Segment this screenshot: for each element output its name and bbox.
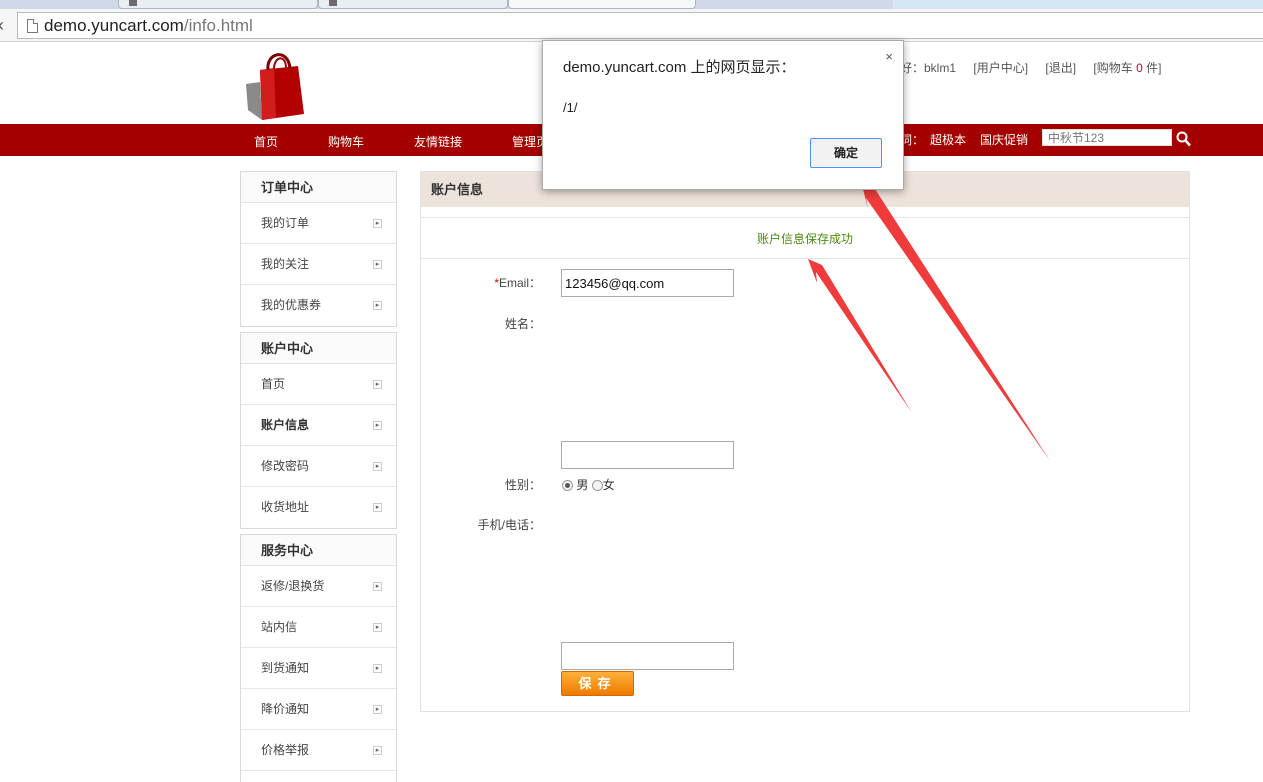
- sidebar-item-my-follows[interactable]: 我的关注 ▸: [241, 244, 396, 285]
- browser-tab-strip: [0, 0, 1263, 9]
- sidebar-item-price-drop[interactable]: 降价通知 ▸: [241, 689, 396, 730]
- sidebar-item-price-report[interactable]: 价格举报 ▸: [241, 730, 396, 771]
- sidebar-item-messages[interactable]: 站内信 ▸: [241, 607, 396, 648]
- gender-options: 男 女: [562, 476, 615, 493]
- sidebar-item-label: 我的订单: [261, 216, 310, 230]
- address-bar[interactable]: demo.yuncart.com/info.html: [17, 12, 1263, 39]
- sidebar-item-label: 价格举报: [261, 743, 310, 757]
- browser-tab[interactable]: [318, 0, 508, 9]
- name-field[interactable]: [561, 441, 734, 469]
- gender-male-label: 男: [576, 478, 589, 492]
- chevron-right-icon: ▸: [373, 219, 382, 228]
- dialog-title: demo.yuncart.com 上的网页显示：: [563, 59, 796, 76]
- sidebar-group-title: 服务中心: [241, 535, 396, 566]
- chevron-right-icon: ▸: [373, 623, 382, 632]
- email-field[interactable]: [561, 269, 734, 297]
- sidebar-group-title: 账户中心: [241, 333, 396, 364]
- chevron-right-icon: ▸: [373, 380, 382, 389]
- name-label: 姓名：: [504, 317, 541, 331]
- phone-field[interactable]: [561, 642, 734, 670]
- chevron-right-icon: ▸: [373, 301, 382, 310]
- logout-link[interactable]: [退出]: [1045, 61, 1076, 75]
- greeting-text: 好：bklm1: [900, 61, 957, 75]
- page-icon: [27, 19, 38, 33]
- sidebar-item-label: 首页: [261, 377, 286, 391]
- new-tab-button[interactable]: [893, 0, 1263, 9]
- email-label-text: Email：: [498, 276, 541, 290]
- search-icon[interactable]: [1176, 131, 1191, 147]
- user-links: 好：bklm1 [用户中心] [退出] [购物车 0 件]: [900, 59, 1175, 76]
- chevron-right-icon: ▸: [373, 260, 382, 269]
- sidebar-item-more[interactable]: [241, 771, 396, 782]
- sidebar-item-addresses[interactable]: 收货地址 ▸: [241, 487, 396, 528]
- sidebar-item-label: 我的优惠券: [261, 298, 322, 312]
- browser-tab[interactable]: [508, 0, 696, 9]
- sidebar-item-label: 返修/退换货: [261, 579, 325, 593]
- sidebar-group-orders: 订单中心 我的订单 ▸ 我的关注 ▸ 我的优惠券 ▸: [240, 171, 397, 327]
- sidebar-item-my-orders[interactable]: 我的订单 ▸: [241, 203, 396, 244]
- sidebar-item-change-password[interactable]: 修改密码 ▸: [241, 446, 396, 487]
- sidebar-item-label: 到货通知: [261, 661, 310, 675]
- cart-link[interactable]: [购物车 0 件]: [1093, 61, 1161, 75]
- sidebar-item-label: 收货地址: [261, 500, 310, 514]
- gender-female-radio[interactable]: [591, 480, 603, 491]
- email-label: *Email：: [421, 274, 541, 291]
- ok-button[interactable]: 确定: [810, 138, 882, 168]
- nav-item-home[interactable]: 首页: [254, 133, 278, 150]
- sidebar-item-returns[interactable]: 返修/退换货 ▸: [241, 566, 396, 607]
- url-host: demo.yuncart.com: [44, 16, 184, 35]
- sidebar-group-title: 订单中心: [241, 172, 396, 203]
- sidebar-group-service: 服务中心 返修/退换货 ▸ 站内信 ▸ 到货通知 ▸ 降价通知 ▸ 价格举报 ▸: [240, 534, 397, 782]
- url-text: demo.yuncart.com/info.html: [44, 16, 253, 36]
- gender-label: 性别：: [504, 478, 541, 492]
- sidebar-item-label: 降价通知: [261, 702, 310, 716]
- browser-tab[interactable]: [118, 0, 318, 9]
- hot-word-link[interactable]: 国庆促销: [980, 133, 1028, 147]
- chevron-right-icon: ▸: [373, 664, 382, 673]
- gender-female-label: 女: [602, 478, 615, 492]
- sidebar-item-label: 我的关注: [261, 257, 310, 271]
- chevron-right-icon: ▸: [373, 705, 382, 714]
- chevron-right-icon: ▸: [373, 462, 382, 471]
- hot-word-link[interactable]: 超极本: [930, 133, 966, 147]
- cart-count: 0: [1136, 61, 1143, 75]
- shopping-bag-logo-icon[interactable]: [240, 44, 306, 124]
- tab-favicon-icon: [329, 0, 337, 6]
- cart-suffix: 件]: [1142, 61, 1162, 75]
- chevron-right-icon: ▸: [373, 746, 382, 755]
- hot-words: 词： 超极本 国庆促销: [900, 131, 1028, 148]
- phone-label: 手机/电话：: [477, 518, 541, 532]
- sidebar-group-account: 账户中心 首页 ▸ 账户信息 ▸ 修改密码 ▸ 收货地址 ▸: [240, 332, 397, 529]
- sidebar-item-label: 站内信: [261, 620, 298, 634]
- nav-item-links[interactable]: 友情链接: [414, 133, 462, 150]
- cart-prefix: [购物车: [1093, 61, 1137, 75]
- chevron-right-icon: ▸: [373, 421, 382, 430]
- gender-male-radio[interactable]: [562, 480, 573, 491]
- chevron-right-icon: ▸: [373, 503, 382, 512]
- back-arrow-icon[interactable]: ‹: [0, 15, 10, 35]
- dialog-message: /1/: [563, 100, 578, 115]
- sidebar-item-arrival-notice[interactable]: 到货通知 ▸: [241, 648, 396, 689]
- sidebar-item-label: 账户信息: [261, 418, 310, 432]
- sidebar-item-my-coupons[interactable]: 我的优惠券 ▸: [241, 285, 396, 326]
- sidebar-item-account-info[interactable]: 账户信息 ▸: [241, 405, 396, 446]
- close-icon[interactable]: ×: [885, 49, 893, 64]
- tab-favicon-icon: [129, 0, 137, 6]
- user-center-link[interactable]: [用户中心]: [973, 61, 1028, 75]
- url-path: /info.html: [183, 16, 253, 35]
- search-input[interactable]: [1042, 129, 1172, 146]
- alert-dialog: demo.yuncart.com 上的网页显示： × /1/ 确定: [542, 40, 904, 190]
- sidebar-item-label: 修改密码: [261, 459, 310, 473]
- browser-toolbar: ‹ demo.yuncart.com/info.html: [0, 9, 1263, 42]
- save-button[interactable]: 保存: [561, 671, 634, 696]
- chevron-right-icon: ▸: [373, 582, 382, 591]
- sidebar-item-home[interactable]: 首页 ▸: [241, 364, 396, 405]
- nav-item-cart[interactable]: 购物车: [328, 133, 364, 150]
- success-message: 账户信息保存成功: [421, 217, 1189, 259]
- account-info-panel: 账户信息 账户信息保存成功 *Email： 姓名： 性别： 男 女 手机/电话：…: [420, 171, 1190, 712]
